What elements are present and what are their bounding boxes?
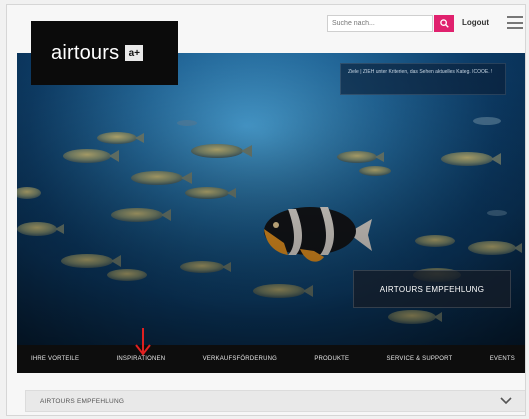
search-button[interactable] [434,15,454,32]
logo[interactable]: airtours a+ [31,21,178,85]
accordion-airtours-empfehlung[interactable]: AIRTOURS EMPFEHLUNG [25,390,525,412]
chevron-down-icon [500,397,512,405]
nav-item-produkte[interactable]: PRODUKTE [314,356,349,362]
logo-text: airtours [51,41,120,64]
hero-banner[interactable]: Ziele | ZIEH unter Kriterien, das Sehen … [17,53,525,345]
logout-link[interactable]: Logout [462,18,489,27]
info-box: Ziele | ZIEH unter Kriterien, das Sehen … [340,63,506,95]
logo-badge: a+ [125,45,144,61]
browser-frame: Logout airtours a+ [6,4,526,416]
nav-item-verkaufsfoerderung[interactable]: VERKAUFSFÖRDERUNG [203,356,277,362]
accordion-label: AIRTOURS EMPFEHLUNG [40,397,125,405]
nav-item-ihre-vorteile[interactable]: IHRE VORTEILE [31,356,79,362]
search-icon [439,19,449,28]
nav-item-events[interactable]: EVENTS [490,356,515,362]
search-input[interactable] [327,15,433,32]
nav-item-service-support[interactable]: SERVICE & SUPPORT [387,356,453,362]
hamburger-menu-icon[interactable] [507,16,523,29]
recommendation-box[interactable]: AIRTOURS EMPFEHLUNG [353,270,511,308]
main-navigation: IHRE VORTEILE INSPIRATIONEN VERKAUFSFÖRD… [17,345,525,373]
red-arrow-icon [135,328,151,356]
